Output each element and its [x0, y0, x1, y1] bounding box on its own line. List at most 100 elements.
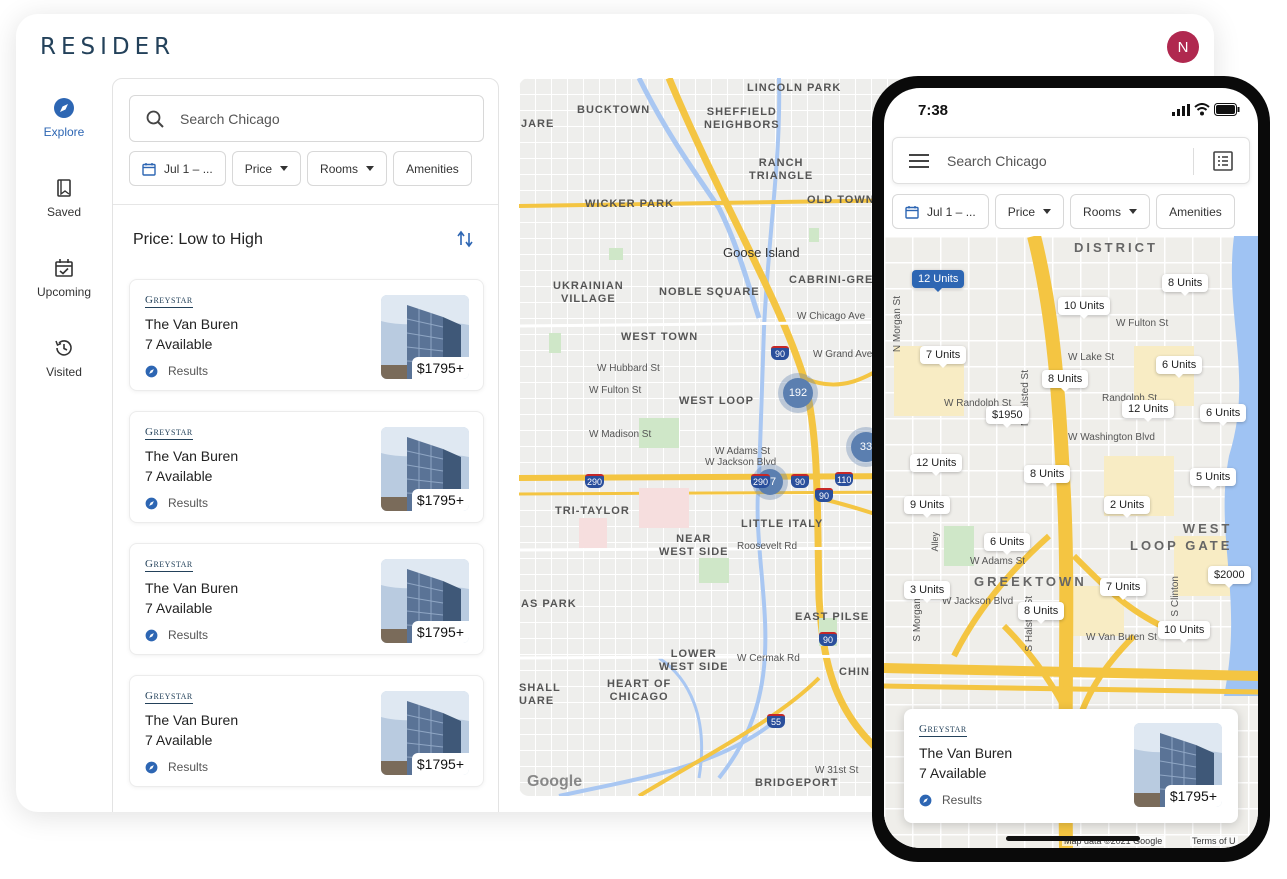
map-pin[interactable]: 9 Units [904, 496, 951, 518]
nav-item-explore[interactable]: Explore [16, 78, 112, 158]
phone-map-label-w-fulton: W Fulton St [1116, 318, 1169, 329]
status-time: 7:38 [918, 102, 949, 119]
phone-price-label: Price [1007, 204, 1036, 219]
bookmark-icon [57, 179, 71, 197]
sort-icon[interactable] [457, 229, 473, 249]
map-pin[interactable]: 7 Units [1100, 578, 1147, 600]
map-pin[interactable]: 3 Units [904, 581, 951, 603]
map-pin[interactable]: 12 Units [910, 454, 963, 476]
map-pin[interactable]: 8 Units [1042, 370, 1089, 392]
search-input[interactable]: Search Chicago [129, 95, 484, 142]
map-label-goose-island: Goose Island [723, 245, 800, 260]
map-pin[interactable]: 10 Units [1058, 297, 1111, 319]
date-filter-label: Jul 1 – ... [164, 161, 213, 176]
map-pin[interactable]: 8 Units [1018, 602, 1065, 624]
map-label-ranch-triangle: RANCH TRIANGLE [749, 157, 814, 182]
listing-price: $1795+ [1164, 785, 1222, 807]
home-indicator[interactable] [1006, 836, 1140, 841]
calendar-icon [142, 162, 156, 176]
calendar-icon [905, 205, 919, 219]
listing-results[interactable]: Results [145, 628, 208, 642]
map-cluster-192[interactable]: 192 [783, 378, 813, 408]
phone-price-filter[interactable]: Price [994, 194, 1065, 229]
search-icon [146, 110, 164, 128]
listing-results[interactable]: Results [919, 793, 982, 807]
map-label-little-italy: LITTLE ITALY [741, 518, 824, 530]
desktop-map[interactable]: LINCOLN PARK BUCKTOWN SHEFFIELD NEIGHBOR… [519, 78, 914, 796]
compass-icon [919, 794, 932, 806]
nav-item-visited[interactable]: Visited [16, 318, 112, 398]
map-label-w-chicago: W Chicago Ave [797, 311, 866, 322]
map-label-tri-taylor: TRI-TAYLOR [555, 505, 630, 517]
side-nav: Explore Saved Upcoming Visited [16, 78, 112, 398]
listing-results[interactable]: Results [145, 364, 208, 378]
phone-amenities-filter[interactable]: Amenities [1156, 194, 1235, 229]
map-pin[interactable]: 12 Units [912, 270, 965, 292]
highway-shield: 290 [751, 474, 771, 488]
listing-card[interactable]: Greystar The Van Buren 7 Available Results $… [129, 279, 484, 391]
compass-icon [145, 497, 158, 509]
phone-map-label-n-morgan: N Morgan St [892, 296, 903, 353]
map-pin[interactable]: 10 Units [1158, 621, 1211, 643]
rooms-filter-label: Rooms [320, 161, 359, 176]
map-pin[interactable]: 8 Units [1162, 274, 1209, 296]
listing-card[interactable]: Greystar The Van Buren 7 Available Results $… [129, 411, 484, 523]
map-pin[interactable]: 6 Units [984, 533, 1031, 555]
date-filter[interactable]: Jul 1 – ... [129, 151, 226, 186]
listing-results-label: Results [168, 760, 209, 774]
amenities-filter-label: Amenities [406, 161, 459, 176]
map-pin[interactable]: $2000 [1208, 566, 1251, 588]
nav-item-upcoming[interactable]: Upcoming [16, 238, 112, 318]
nav-label-upcoming: Upcoming [36, 285, 92, 299]
user-avatar[interactable]: N [1167, 31, 1199, 63]
phone-map-label-w-adams: W Adams St [970, 556, 1026, 567]
map-pin[interactable]: 6 Units [1156, 356, 1203, 378]
map-label-w-cermak: W Cermak Rd [737, 653, 800, 664]
map-label-wicker-park: WICKER PARK [585, 198, 675, 210]
map-label-lincoln-park: LINCOLN PARK [747, 82, 842, 94]
price-filter[interactable]: Price [231, 151, 302, 186]
listing-photo: $1795+ [1134, 723, 1222, 807]
chevron-down-icon [280, 166, 289, 171]
map-pin[interactable]: 2 Units [1104, 496, 1151, 518]
map-pin[interactable]: 7 Units [920, 346, 967, 368]
divider [1193, 148, 1194, 175]
map-pin[interactable]: 12 Units [1122, 400, 1175, 422]
map-label-w-madison: W Madison St [589, 429, 652, 440]
nav-item-saved[interactable]: Saved [16, 158, 112, 238]
phone-map-label-w-lake: W Lake St [1068, 352, 1115, 363]
phone-rooms-label: Rooms [1083, 204, 1122, 219]
list-view-icon[interactable] [1213, 151, 1233, 171]
map-pin[interactable]: 8 Units [1024, 465, 1071, 487]
map-label-sheffield: SHEFFIELD NEIGHBORS [704, 106, 780, 131]
listing-card[interactable]: Greystar The Van Buren 7 Available Results $… [129, 543, 484, 655]
listing-title: The Van Buren [145, 316, 239, 332]
app-logo[interactable]: RESIDER [40, 34, 175, 60]
phone-date-filter[interactable]: Jul 1 – ... [892, 194, 989, 229]
map-label-old-town: OLD TOWN [807, 194, 875, 206]
map-pin[interactable]: 5 Units [1190, 468, 1237, 490]
listing-card[interactable]: Greystar The Van Buren 7 Available Results $… [129, 675, 484, 787]
map-pin[interactable]: $1950 [986, 406, 1029, 428]
listing-results[interactable]: Results [145, 760, 208, 774]
highway-shield: 90 [815, 488, 833, 502]
calendar-check-icon [55, 259, 73, 277]
phone-search-bar[interactable]: Search Chicago [892, 137, 1250, 184]
rooms-filter[interactable]: Rooms [307, 151, 388, 186]
amenities-filter[interactable]: Amenities [393, 151, 472, 186]
highway-shield: 90 [791, 474, 809, 488]
map-pin[interactable]: 6 Units [1200, 404, 1247, 426]
phone-listing-card[interactable]: Greystar The Van Buren 7 Available Resul… [904, 709, 1238, 823]
listing-availability: 7 Available [145, 336, 213, 352]
brand-logo: Greystar [145, 690, 193, 704]
phone-map-terms-link[interactable]: Terms of U [1190, 836, 1238, 846]
phone-rooms-filter[interactable]: Rooms [1070, 194, 1151, 229]
listing-photo: $1795+ [381, 295, 469, 379]
listing-photo: $1795+ [381, 427, 469, 511]
brand-logo: Greystar [919, 723, 967, 737]
listing-results[interactable]: Results [145, 496, 208, 510]
listing-results-label: Results [168, 628, 209, 642]
listing-availability: 7 Available [145, 468, 213, 484]
menu-icon[interactable] [909, 154, 929, 168]
phone-map-label-greektown: GREEKTOWN [974, 574, 1087, 589]
